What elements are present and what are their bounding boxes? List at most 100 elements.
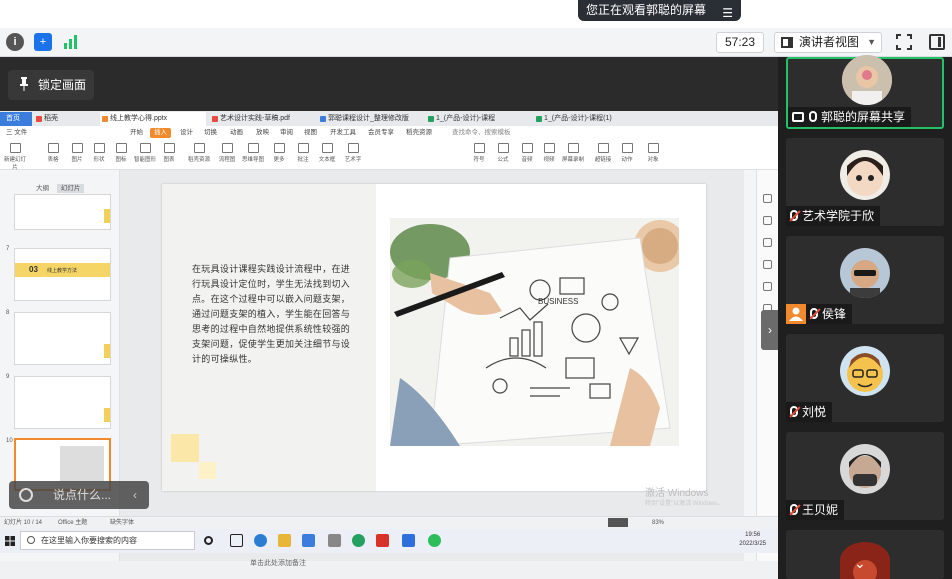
slide-thumbnail[interactable] [14,312,111,365]
collapse-sidebar-button[interactable]: › [761,310,779,350]
store-icon[interactable] [302,534,315,547]
chat-input[interactable]: 说点什么... ‹ [9,481,149,509]
ribbon-more[interactable]: 更多 [266,142,292,163]
wps-icon[interactable] [376,534,389,547]
slide-thumbnail[interactable]: 03 线上教学方法 [14,248,111,301]
scroll-down-icon[interactable]: ⌄ [854,555,866,572]
ribbon-action[interactable]: 动作 [614,142,640,163]
menu-slideshow[interactable]: 放映 [256,126,269,140]
menu-design[interactable]: 设计 [180,126,193,140]
cortana-icon[interactable] [204,536,213,545]
ribbon-mindmap[interactable]: 思维导图 [240,142,266,163]
taskbar-search[interactable]: 在这里输入你要搜索的内容 [20,531,195,550]
slide-thumbnail[interactable] [14,376,111,429]
participant-tile[interactable]: 侯锋 [786,236,944,324]
notes-placeholder[interactable]: 单击此处添加备注 [250,558,306,568]
menu-insert[interactable]: 插入 [150,128,171,138]
menu-developer[interactable]: 开发工具 [330,126,356,140]
slide-body-text[interactable]: 在玩具设计课程实践设计流程中，在进行玩具设计定位时，学生无法找到切入点。在这个过… [192,262,354,367]
emoji-icon[interactable] [19,488,33,502]
menu-file[interactable]: 三 文件 [6,126,27,140]
tab-doc[interactable]: 郭聪课程设计_整理修改版 [318,112,422,126]
ribbon-hyperlink[interactable]: 超链接 [590,142,616,163]
ribbon-formula[interactable]: 公式 [490,142,516,163]
tab-sheet-1[interactable]: 1_(产品-设计)-课程 [426,112,530,126]
app-icon[interactable] [328,534,341,547]
missing-font[interactable]: 缺失字体 [110,517,134,529]
menu-home[interactable]: 开始 [130,126,143,140]
menu-view[interactable]: 视图 [304,126,317,140]
tab-slides[interactable]: 幻灯片 [56,184,85,193]
ribbon-symbol[interactable]: 符号 [466,142,492,163]
command-search[interactable]: 查找命令、搜索模板 [452,126,511,140]
menu-member[interactable]: 会员专享 [368,126,394,140]
participant-tile[interactable]: 刘悦 [786,334,944,422]
participant-tile[interactable]: 郭聪的屏幕共享 [786,55,944,129]
tab-outline[interactable]: 大纲 [36,185,49,192]
network-signal-icon[interactable] [62,33,80,51]
mic-muted-icon [790,406,798,417]
ribbon-video[interactable]: 视频 [536,142,562,163]
participant-tile[interactable]: 王贝妮 [786,432,944,520]
tool-icon[interactable] [763,260,772,269]
menu-review[interactable]: 审阅 [280,126,293,140]
chevron-left-icon[interactable]: ‹ [133,481,137,509]
thumb-number: 10 [6,438,13,444]
slide-counter: 幻灯片 10 / 14 [4,520,43,526]
sharing-text: 您正在观看郭聪的屏幕 [586,3,707,17]
windows-activation-watermark: 激活 Windows 转到"设置"以激活 Windows。 [645,488,724,507]
slide-photo[interactable]: BUSINESS [390,218,679,446]
ribbon-new-slide[interactable]: 新建幻灯片 [2,142,28,171]
wechat-icon[interactable] [428,534,441,547]
lock-screen-button[interactable]: 锁定画面 [8,70,94,100]
mic-muted-icon [790,210,798,221]
tool-icon[interactable] [763,238,772,247]
canvas-scrollbar[interactable] [744,170,756,561]
security-shield-icon[interactable]: + [34,33,52,51]
tab-sheet-2[interactable]: 1_(产品-设计)-课程(1) [534,112,642,126]
meeting-app-icon[interactable] [402,534,415,547]
play-slideshow-icon[interactable] [608,518,628,527]
ribbon-wordart[interactable]: 艺术字 [340,142,366,163]
tab-pdf[interactable]: 艺术设计实践-草稿.pdf [210,112,314,126]
task-view-icon[interactable] [230,534,243,547]
menu-transition[interactable]: 切换 [204,126,217,140]
edge-icon[interactable] [254,534,267,547]
system-clock[interactable]: 19:56 2022/3/25 [739,531,766,549]
ribbon-icon[interactable]: 图标 [108,142,134,163]
ribbon-table[interactable]: 表格 [40,142,66,163]
browser-icon[interactable] [352,534,365,547]
side-panel-icon[interactable] [929,34,945,50]
slide-thumbnail[interactable] [14,194,111,230]
ribbon-comment[interactable]: 批注 [290,142,316,163]
menu-animation[interactable]: 动画 [230,126,243,140]
ribbon-textbox[interactable]: 文本框 [314,142,340,163]
zoom-level[interactable]: 83% [652,517,664,529]
info-icon[interactable]: i [6,33,24,51]
participant-tile[interactable]: 艺术学院于欣 [786,138,944,226]
tab-docer[interactable]: 稻壳 [34,112,98,126]
ribbon-object[interactable]: 对象 [640,142,666,163]
ribbon-screen-record[interactable]: 屏幕录制 [560,142,586,163]
windows-start-icon[interactable] [5,535,15,546]
tab-pptx[interactable]: 线上教学心得.pptx [100,112,206,126]
current-slide[interactable]: 在玩具设计课程实践设计流程中，在进行玩具设计定位时，学生无法找到切入点。在这个过… [162,184,706,491]
ribbon-flowchart[interactable]: 流程图 [214,142,240,163]
ribbon-chart[interactable]: 图表 [156,142,182,163]
decor-square [199,462,216,479]
app-menu-bar: 三 文件 开始 插入 设计 切换 动画 放映 审阅 视图 开发工具 会员专享 稻… [0,126,778,140]
ribbon-docer[interactable]: 稻壳资源 [186,142,212,163]
right-tool-strip [756,170,778,561]
tab-home[interactable]: 首页 [0,112,32,126]
tool-icon[interactable] [763,194,772,203]
avatar [842,55,892,105]
tool-icon[interactable] [763,216,772,225]
menu-icon[interactable]: ☰ [722,3,733,24]
ribbon-smart-graphic[interactable]: 智能图形 [132,142,158,163]
view-mode-dropdown[interactable]: 演讲者视图 ▼ [774,32,882,53]
menu-resources[interactable]: 稻壳资源 [406,126,432,140]
tool-icon[interactable] [763,282,772,291]
fullscreen-icon[interactable] [896,34,912,50]
file-explorer-icon[interactable] [278,534,291,547]
sharing-indicator[interactable]: 您正在观看郭聪的屏幕 ☰ [578,0,741,21]
